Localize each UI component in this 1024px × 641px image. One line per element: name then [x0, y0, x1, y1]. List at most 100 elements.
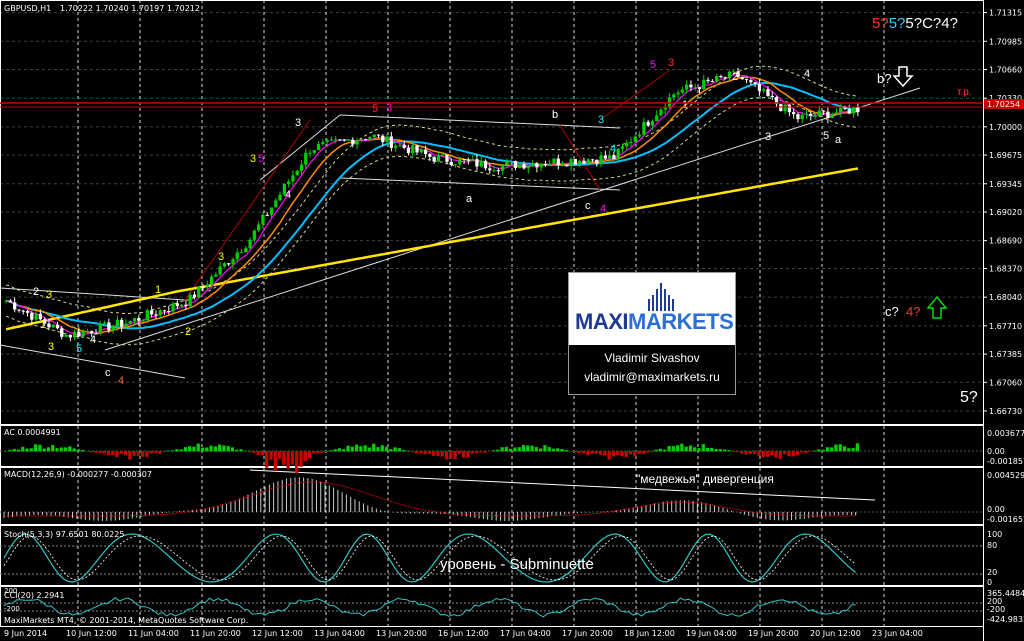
ac-bar	[667, 446, 671, 452]
time-tick-label: 17 Jun 20:00	[562, 629, 613, 638]
candle-body	[214, 274, 218, 277]
ac-bar	[539, 448, 543, 452]
logo-maxi: MAXI	[575, 309, 629, 334]
ac-bar	[230, 447, 235, 452]
price-tick-label: 1.69675	[989, 151, 1022, 160]
wave-label: 5	[258, 153, 264, 165]
wave-label: 4	[610, 143, 616, 155]
ac-bar	[51, 445, 55, 452]
candle-body	[445, 154, 449, 162]
ac-bar	[551, 448, 556, 452]
ac-bar	[98, 451, 102, 454]
ac-bar	[436, 451, 440, 456]
ac-bar	[513, 447, 517, 452]
author-email: vladimir@maximarkets.ru	[584, 370, 720, 384]
candle-body	[342, 139, 346, 141]
candle-body	[364, 139, 368, 141]
time-tick-label: 18 Jun 12:00	[624, 629, 675, 638]
maximarkets-logo: MAXIMARKETS Vladimir Sivashov vladimir@m…	[568, 272, 736, 395]
ac-bar	[817, 449, 821, 452]
candle-body	[222, 263, 227, 267]
candle-body	[316, 144, 321, 151]
candle-body	[25, 310, 30, 313]
candle-body	[552, 158, 556, 165]
ac-histogram	[4, 443, 859, 473]
ac-bar	[423, 451, 427, 455]
candle-body	[72, 331, 77, 338]
price-tick-label: 1.68690	[989, 237, 1022, 246]
cci-tick-bottom: -424.9833	[987, 615, 1024, 624]
ac-bar	[68, 446, 72, 452]
ac-bar	[748, 451, 752, 455]
ac-bar	[200, 447, 205, 452]
ac-bar	[461, 451, 466, 458]
ac-bar	[93, 451, 98, 453]
candle-body	[471, 159, 475, 161]
candle-body	[783, 104, 787, 112]
ac-bar	[787, 451, 791, 457]
ac-bar	[162, 451, 166, 452]
price-tick-label: 1.71315	[989, 9, 1022, 18]
candle-body	[312, 150, 316, 153]
logo-top: MAXIMARKETS	[569, 273, 735, 343]
ac-bar	[12, 448, 16, 452]
wave-label: 2	[732, 71, 738, 83]
price-tick-label: 1.69345	[989, 180, 1022, 189]
candle-body	[60, 328, 64, 337]
wave-label: 1	[682, 99, 688, 111]
ac-bar	[140, 451, 145, 457]
ac-bar	[483, 451, 487, 453]
candle-body	[304, 152, 308, 165]
candle-body	[154, 314, 158, 316]
candle-body	[227, 263, 231, 265]
quote-label: 1.70222 1.70240 1.70197 1.70212	[60, 4, 200, 13]
candle-body	[821, 110, 826, 112]
wave-count-4: C?	[922, 15, 941, 32]
ac-bar	[791, 451, 795, 457]
ac-bar	[196, 443, 200, 452]
ac-bar	[333, 449, 337, 452]
ac-bar	[731, 451, 735, 452]
ac-bar	[658, 448, 663, 452]
candle-body	[179, 304, 184, 307]
ac-bar	[346, 445, 350, 452]
ac-bar	[534, 447, 538, 452]
candle-body	[543, 164, 548, 166]
ac-bar	[372, 443, 376, 452]
ac-bar	[397, 448, 402, 452]
candle-body	[834, 112, 839, 115]
candle-body	[539, 164, 543, 168]
ac-bar	[470, 451, 474, 454]
price-axis: 1.713151.709851.706601.703301.700001.696…	[983, 9, 1022, 416]
ac-bar	[620, 451, 624, 457]
wave-label: 4	[600, 203, 606, 215]
ac-bar	[847, 448, 851, 452]
ac-bar	[697, 448, 701, 452]
ac-bar	[16, 449, 21, 452]
ac-bar	[487, 451, 491, 452]
ac-bar	[577, 451, 581, 454]
candle-body	[526, 165, 530, 169]
candle-body	[201, 286, 205, 288]
ac-bar	[389, 449, 393, 452]
ac-bar	[307, 451, 312, 459]
candle-body	[706, 79, 710, 82]
candle-body	[145, 310, 150, 321]
candle-body	[77, 331, 81, 337]
candle-body	[137, 318, 141, 321]
ac-bar	[855, 443, 859, 452]
candle-body	[586, 159, 590, 164]
chart-canvas[interactable]: 2 31534c412353435 3bac 4345 312345 a GBPUSD,H…	[0, 0, 1024, 641]
time-tick-label: 11 Jun 04:00	[128, 629, 179, 638]
candle-body	[175, 303, 179, 307]
ac-bar	[633, 451, 637, 457]
candle-body	[381, 135, 385, 143]
ac-bar	[714, 448, 718, 452]
candle-body	[346, 139, 351, 141]
ac-bar	[235, 449, 239, 452]
ac-bar	[123, 451, 128, 456]
trendline-red	[184, 119, 311, 301]
candle-body	[278, 194, 282, 201]
ac-bar	[598, 451, 603, 455]
logo-bars-icon	[648, 283, 674, 311]
